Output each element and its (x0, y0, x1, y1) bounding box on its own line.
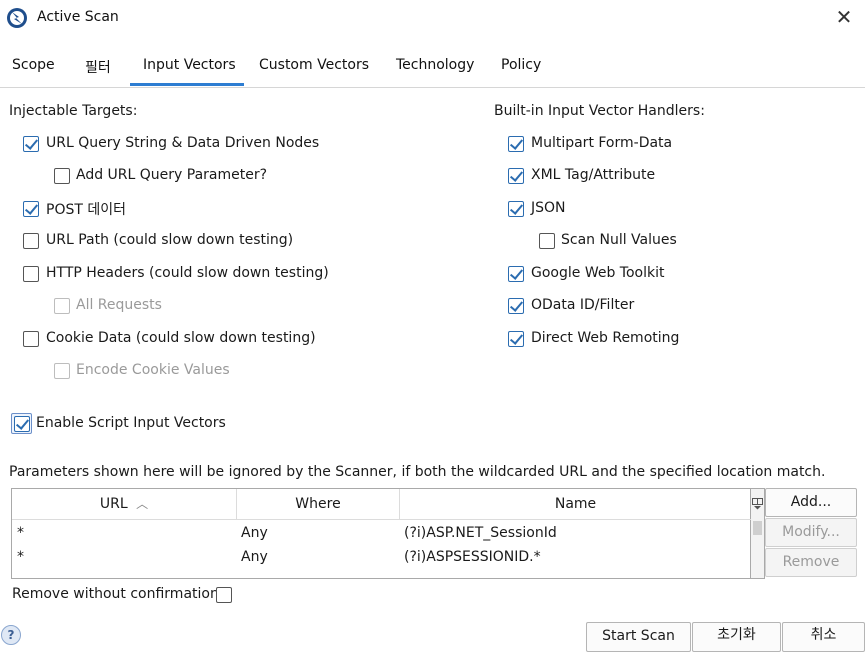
http-headers-label: HTTP Headers (could slow down testing) (46, 265, 329, 281)
scrollbar-thumb[interactable] (753, 521, 762, 535)
xml-label: XML Tag/Attribute (531, 167, 656, 183)
window-title: Active Scan (37, 9, 119, 25)
gwt-checkbox[interactable] (508, 266, 524, 282)
add-url-query-param-label: Add URL Query Parameter? (76, 167, 268, 183)
cookie-data-label: Cookie Data (could slow down testing) (46, 330, 316, 346)
table-scrollbar[interactable] (751, 488, 765, 579)
remove-button: Remove (765, 548, 857, 577)
table-cell-url[interactable]: * (17, 549, 24, 565)
tab-policy[interactable]: Policy (501, 57, 541, 73)
params-table[interactable]: URL ︿ Where Name * Any (?i)ASP.NET_Sessi… (11, 488, 751, 579)
scan-null-values-checkbox[interactable] (539, 233, 555, 249)
post-data-checkbox[interactable] (23, 201, 39, 217)
script-vectors-focus-box[interactable] (11, 413, 32, 434)
sort-ascending-icon: ︿ (136, 497, 149, 511)
url-query-checkbox[interactable] (23, 136, 39, 152)
post-data-label: POST 데이터 (46, 202, 126, 218)
dwr-checkbox[interactable] (508, 331, 524, 347)
active-tab-indicator (130, 83, 244, 86)
url-query-label: URL Query String & Data Driven Nodes (46, 135, 320, 151)
encode-cookie-label: Encode Cookie Values (76, 362, 230, 378)
dwr-label: Direct Web Remoting (531, 330, 680, 346)
column-header-url[interactable]: URL ︿ (12, 489, 237, 520)
column-url-label: URL (99, 496, 128, 512)
column-chooser-icon[interactable] (752, 498, 763, 510)
json-label: JSON (531, 200, 566, 216)
json-checkbox[interactable] (508, 201, 524, 217)
table-cell-url[interactable]: * (17, 525, 24, 541)
remove-without-confirm-checkbox[interactable] (216, 587, 232, 603)
params-description: Parameters shown here will be ignored by… (9, 464, 826, 480)
add-url-query-param-checkbox[interactable] (54, 168, 70, 184)
tab-custom-vectors[interactable]: Custom Vectors (259, 57, 369, 73)
table-cell-name[interactable]: (?i)ASPSESSIONID.* (404, 549, 541, 565)
reset-button[interactable]: 초기화 (692, 622, 781, 652)
table-cell-where[interactable]: Any (241, 525, 268, 541)
zap-logo-icon (7, 8, 27, 28)
url-path-checkbox[interactable] (23, 233, 39, 249)
scan-null-values-label: Scan Null Values (561, 232, 677, 248)
cookie-data-checkbox[interactable] (23, 331, 39, 347)
column-header-where[interactable]: Where (237, 489, 400, 520)
start-scan-button[interactable]: Start Scan (586, 622, 691, 652)
table-cell-name[interactable]: (?i)ASP.NET_SessionId (404, 525, 557, 541)
multipart-label: Multipart Form-Data (531, 135, 673, 151)
close-icon[interactable]: ✕ (833, 6, 855, 28)
odata-checkbox[interactable] (508, 298, 524, 314)
script-vectors-checkbox[interactable] (14, 416, 30, 432)
all-requests-label: All Requests (76, 297, 162, 313)
all-requests-checkbox (54, 298, 70, 314)
tab-technology[interactable]: Technology (396, 57, 474, 73)
tab-filter[interactable]: 필터 (85, 57, 111, 77)
help-icon[interactable]: ? (1, 625, 21, 645)
tab-bar: Scope 필터 Input Vectors Custom Vectors Te… (0, 50, 865, 88)
tab-input-vectors[interactable]: Input Vectors (143, 57, 236, 73)
tab-scope[interactable]: Scope (12, 57, 55, 73)
xml-checkbox[interactable] (508, 168, 524, 184)
column-header-name[interactable]: Name (400, 489, 751, 520)
remove-without-confirm-label: Remove without confirmation? (12, 586, 227, 602)
table-cell-where[interactable]: Any (241, 549, 268, 565)
script-vectors-label: Enable Script Input Vectors (36, 415, 226, 431)
gwt-label: Google Web Toolkit (531, 265, 665, 281)
builtin-handlers-heading: Built-in Input Vector Handlers: (494, 103, 705, 119)
injectable-targets-heading: Injectable Targets: (9, 103, 138, 119)
http-headers-checkbox[interactable] (23, 266, 39, 282)
odata-label: OData ID/Filter (531, 297, 635, 313)
url-path-label: URL Path (could slow down testing) (46, 232, 294, 248)
add-button[interactable]: Add... (765, 488, 857, 517)
title-bar: Active Scan ✕ (0, 0, 865, 36)
multipart-checkbox[interactable] (508, 136, 524, 152)
modify-button: Modify... (765, 518, 857, 547)
encode-cookie-checkbox (54, 363, 70, 379)
cancel-button[interactable]: 취소 (782, 622, 865, 652)
